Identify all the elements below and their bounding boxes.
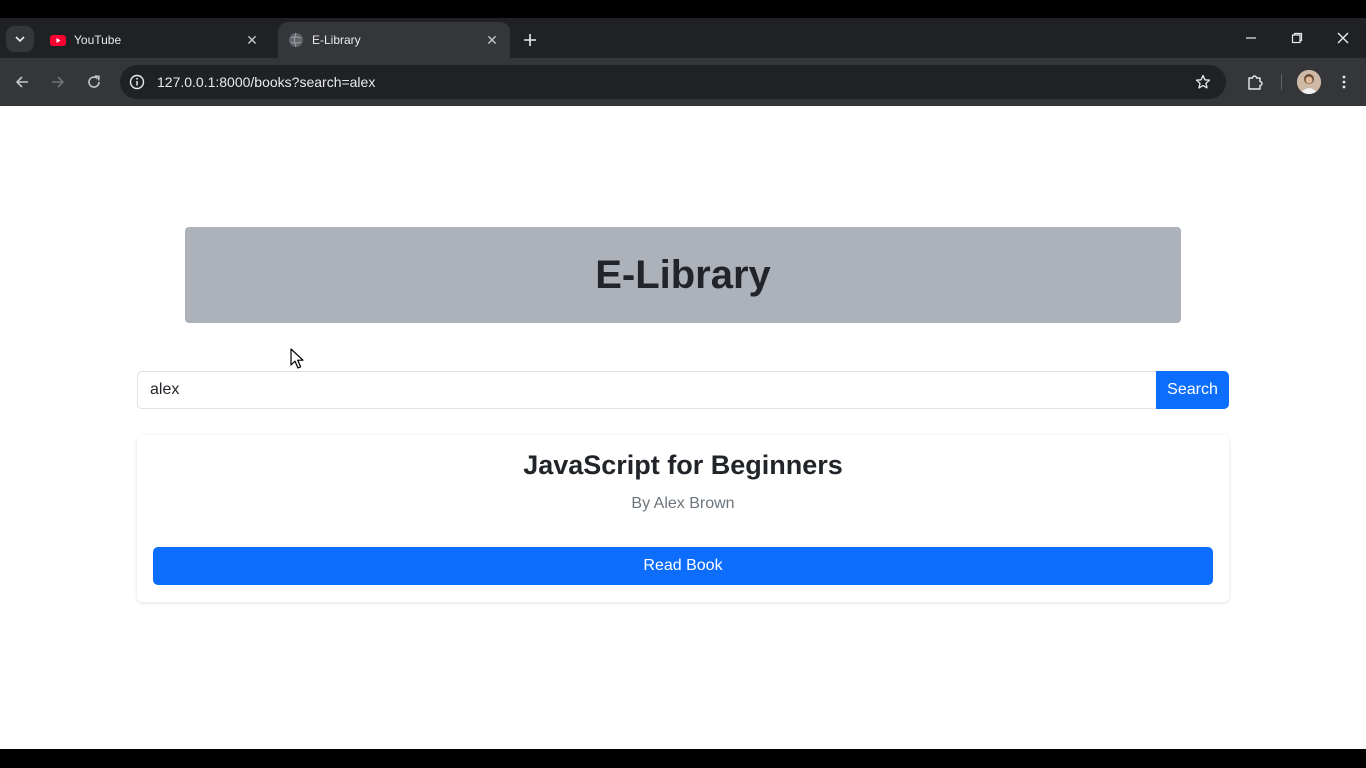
reload-icon: [88, 75, 100, 88]
bookmark-star-icon[interactable]: [1186, 65, 1220, 99]
tab-strip: YouTube ✕ E-Library ✕: [0, 18, 1366, 58]
minimize-button[interactable]: [1237, 26, 1265, 50]
minimize-icon: [1246, 37, 1256, 39]
page-content: E-Library Search JavaScript for Beginner…: [0, 106, 1366, 749]
close-icon: [1337, 32, 1349, 44]
new-tab-button[interactable]: [518, 28, 542, 52]
site-info-icon[interactable]: [120, 65, 154, 99]
search-button[interactable]: Search: [1156, 371, 1229, 409]
address-bar[interactable]: 127.0.0.1:8000/books?search=alex: [120, 65, 1226, 99]
search-form: Search: [137, 371, 1229, 409]
page-header: E-Library: [185, 227, 1181, 323]
mouse-cursor-icon: [290, 348, 304, 369]
forward-button[interactable]: [46, 70, 70, 94]
tab-title: E-Library: [312, 33, 361, 47]
extensions-button[interactable]: [1243, 70, 1267, 94]
tab-title: YouTube: [74, 33, 122, 47]
toolbar-divider: [1281, 74, 1282, 90]
tab-search-button[interactable]: [6, 26, 34, 52]
restore-button[interactable]: [1283, 26, 1311, 50]
browser-toolbar: 127.0.0.1:8000/books?search=alex: [0, 58, 1366, 106]
book-author: By Alex Brown: [631, 495, 735, 512]
page-title: E-Library: [595, 252, 771, 297]
arrow-right-icon: [52, 76, 65, 88]
profile-avatar[interactable]: [1297, 70, 1321, 94]
reload-button[interactable]: [82, 70, 106, 94]
screen: YouTube ✕ E-Library ✕ 127.0.0.1:8000/boo…: [0, 0, 1366, 768]
close-icon[interactable]: ✕: [484, 32, 500, 48]
chevron-down-icon: [15, 36, 25, 43]
globe-icon: [289, 32, 303, 48]
tab-e-library[interactable]: E-Library ✕: [278, 22, 510, 58]
close-window-button[interactable]: [1329, 26, 1357, 50]
menu-button[interactable]: [1332, 70, 1356, 94]
avatar-icon: [1297, 70, 1321, 94]
search-input[interactable]: [137, 371, 1156, 409]
youtube-icon: [50, 35, 66, 46]
restore-icon: [1291, 32, 1303, 44]
tab-youtube[interactable]: YouTube ✕: [40, 22, 270, 58]
close-icon[interactable]: ✕: [244, 32, 260, 48]
back-button[interactable]: [10, 70, 34, 94]
puzzle-icon: [1248, 75, 1263, 90]
kebab-menu-icon: [1342, 75, 1346, 89]
book-title: JavaScript for Beginners: [523, 450, 843, 480]
url-text[interactable]: 127.0.0.1:8000/books?search=alex: [157, 74, 1186, 90]
read-book-button[interactable]: Read Book: [153, 547, 1213, 585]
plus-icon: [524, 34, 536, 46]
arrow-left-icon: [15, 76, 28, 88]
book-card: JavaScript for Beginners By Alex Brown R…: [137, 435, 1229, 602]
